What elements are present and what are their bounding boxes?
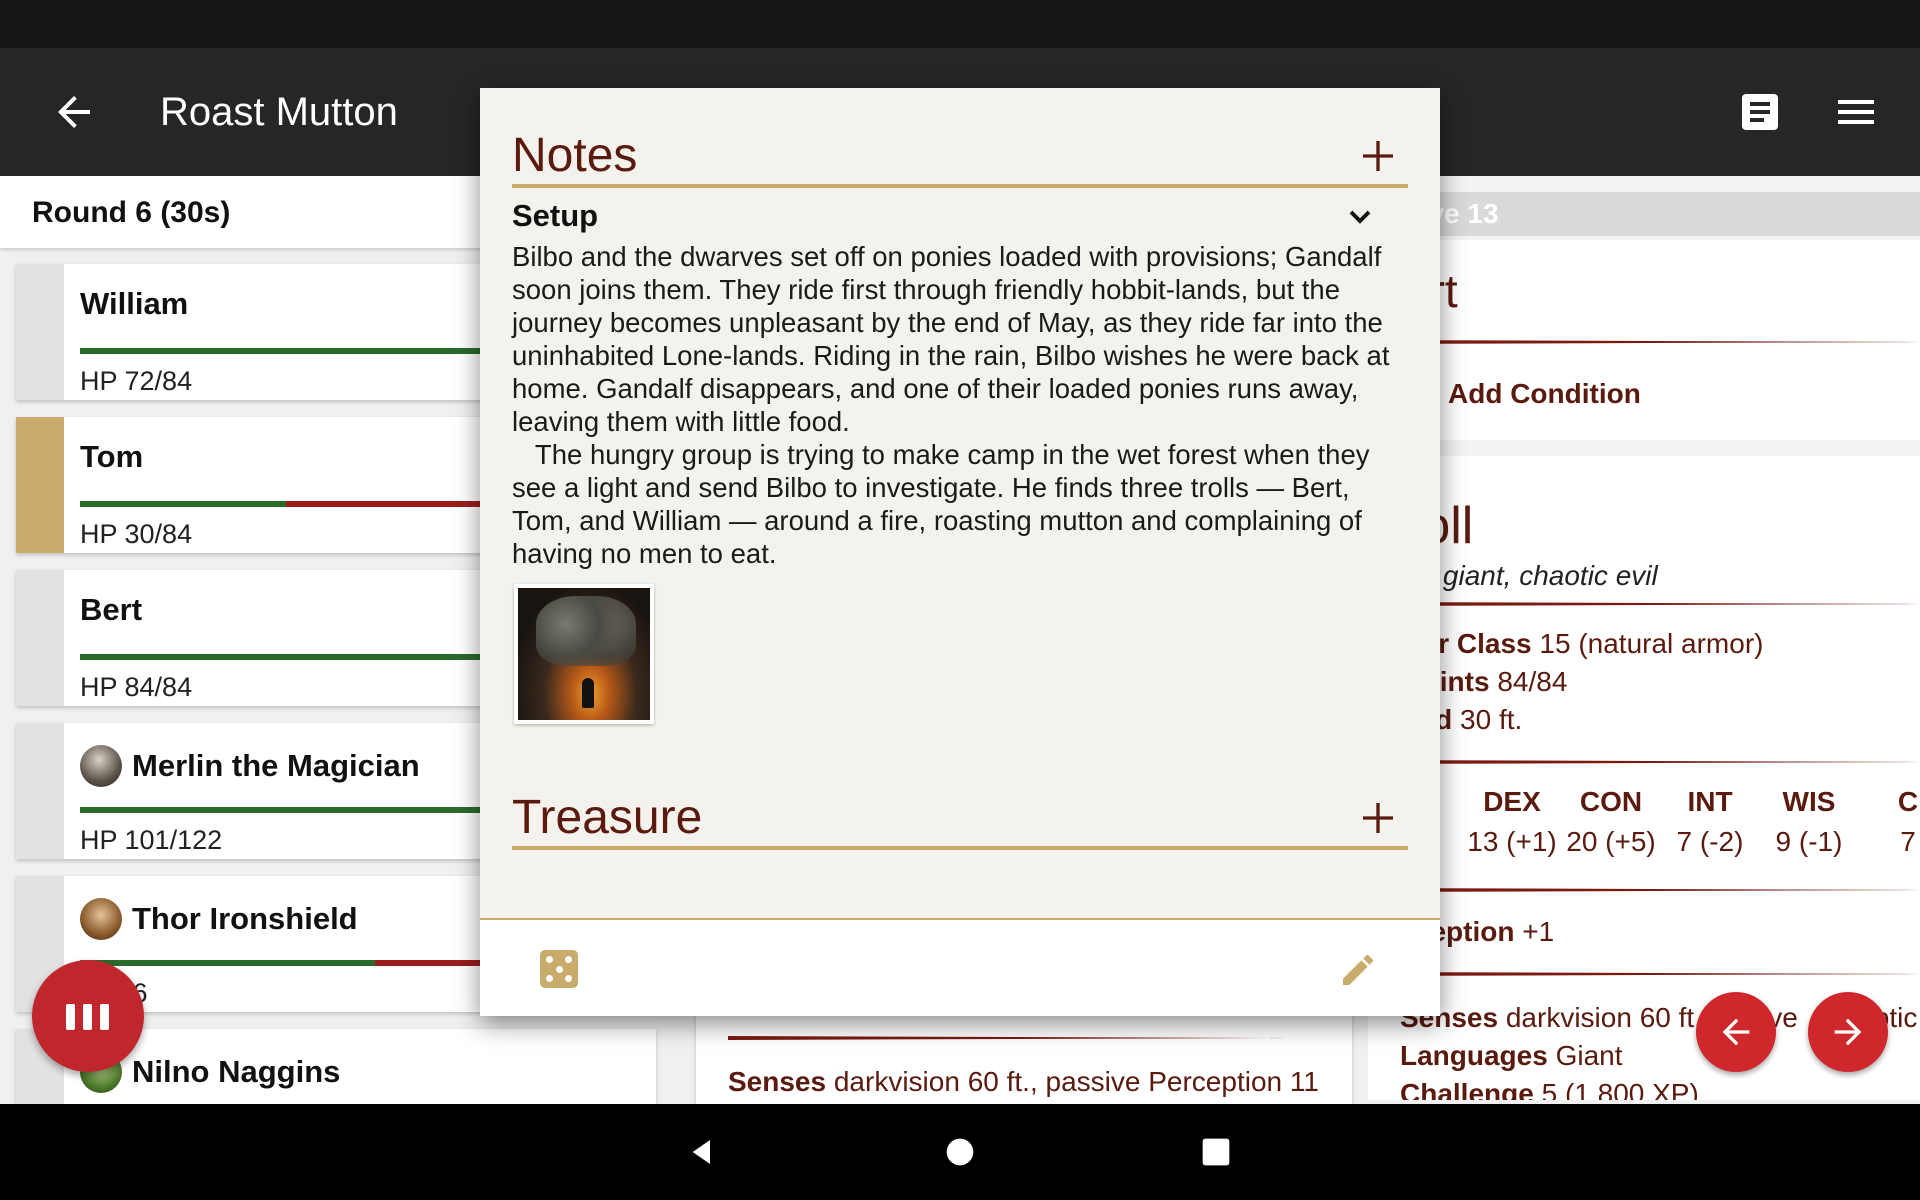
- hp-bar-fill: [80, 960, 376, 966]
- back-arrow-icon[interactable]: [50, 88, 98, 136]
- add-note-plus-icon[interactable]: [1358, 136, 1398, 176]
- combatant-name: William: [80, 286, 189, 321]
- statblock-divider: [1368, 760, 1920, 764]
- combatant-name: Bert: [80, 592, 143, 627]
- ability-value: 9 (-1): [1775, 826, 1843, 857]
- treasure-section-header: Treasure: [512, 790, 1408, 850]
- ability-value: 7 (-2): [1676, 826, 1744, 857]
- pause-button[interactable]: [32, 960, 144, 1072]
- hp-text: HP 101/122: [80, 825, 223, 855]
- ability-name: CON: [1579, 786, 1643, 817]
- combatant-name: Merlin the Magician: [80, 745, 420, 787]
- ability-name: WIS: [1782, 786, 1836, 817]
- statblock-divider: [1368, 888, 1920, 892]
- turn-indicator: [16, 264, 64, 400]
- turn-indicator: [16, 417, 64, 553]
- statblock-divider: [1368, 602, 1920, 606]
- combatant-name: Thor Ironshield: [80, 898, 358, 940]
- treasure-heading: Treasure: [512, 791, 703, 844]
- pencil-edit-icon[interactable]: [1338, 950, 1378, 990]
- notes-heading: Notes: [512, 129, 638, 182]
- dwarf-avatar: [80, 898, 122, 940]
- languages-line: Languages Giant: [1400, 1040, 1623, 1071]
- ability-name: C: [1897, 786, 1919, 817]
- wizard-avatar: [80, 745, 122, 787]
- header-divider: [1368, 340, 1920, 344]
- dice-icon[interactable]: [540, 950, 578, 988]
- arrow-left-icon: [1722, 1018, 1750, 1046]
- menu-icon[interactable]: [1832, 88, 1880, 136]
- statblock-divider: [728, 1036, 1288, 1040]
- ability-name: INT: [1687, 786, 1733, 817]
- back-triangle-icon[interactable]: [686, 1136, 718, 1168]
- previous-turn-button[interactable]: [1696, 992, 1776, 1072]
- arrow-right-icon: [1834, 1018, 1862, 1046]
- ability-score: C7: [1863, 786, 1920, 858]
- hp-bar-fill: [80, 501, 286, 507]
- statblock-card-peek: Senses darkvision 60 ft., passive Percep…: [696, 1000, 1352, 1110]
- ability-value: 13 (+1): [1467, 826, 1557, 857]
- system-navigation-bar: [0, 1104, 1920, 1200]
- chevron-down-icon[interactable]: [1342, 200, 1378, 236]
- ability-score: WIS 9 (-1): [1764, 786, 1854, 858]
- ability-score: INT 7 (-2): [1665, 786, 1755, 858]
- senses-line: Senses darkvision 60 ft., passive Percep…: [728, 1066, 1319, 1097]
- note-title[interactable]: Setup: [512, 198, 598, 234]
- note-image-trolls[interactable]: [514, 584, 654, 724]
- ability-value: 7: [1900, 826, 1916, 857]
- status-bar: [0, 0, 1920, 48]
- turn-indicator: [16, 723, 64, 859]
- dialog-toolbar: [480, 918, 1440, 1016]
- home-circle-icon[interactable]: [944, 1136, 976, 1168]
- ability-name: DEX: [1483, 786, 1541, 817]
- statblock-divider: [1368, 972, 1920, 976]
- turn-indicator: [16, 570, 64, 706]
- challenge-line: Challenge 5 (1,800 XP): [1400, 1078, 1699, 1100]
- combatant-header-card: ert Add Condition: [1368, 240, 1920, 440]
- combatant-name: Tom: [80, 439, 144, 474]
- initiative-header: iative 13: [1368, 192, 1920, 236]
- statblock-subtitle: ge giant, chaotic evil: [1404, 560, 1658, 591]
- armor-class-line: nor Class 15 (natural armor): [1404, 628, 1764, 659]
- round-label: Round 6 (30s): [32, 196, 231, 229]
- encounter-title: Roast Mutton: [160, 90, 398, 134]
- add-treasure-plus-icon[interactable]: [1358, 798, 1398, 838]
- hp-text: HP 30/84: [80, 519, 193, 549]
- ability-score: DEX 13 (+1): [1467, 786, 1557, 858]
- hp-text: HP 84/84: [80, 672, 193, 702]
- ability-score: CON 20 (+5): [1566, 786, 1656, 858]
- recents-square-icon[interactable]: [1200, 1136, 1232, 1168]
- notes-dialog: Notes Setup Bilbo and the dwarves set of…: [480, 88, 1440, 1016]
- note-body: Bilbo and the dwarves set off on ponies …: [512, 241, 1398, 569]
- ability-value: 20 (+5): [1566, 826, 1656, 857]
- notes-icon[interactable]: [1736, 88, 1784, 136]
- combatant-detail-panel: iative 13 ert Add Condition roll ge gian…: [1368, 176, 1920, 1100]
- notes-section-header: Notes: [512, 128, 1408, 188]
- next-turn-button[interactable]: [1808, 992, 1888, 1072]
- hp-text: HP 72/84: [80, 366, 193, 396]
